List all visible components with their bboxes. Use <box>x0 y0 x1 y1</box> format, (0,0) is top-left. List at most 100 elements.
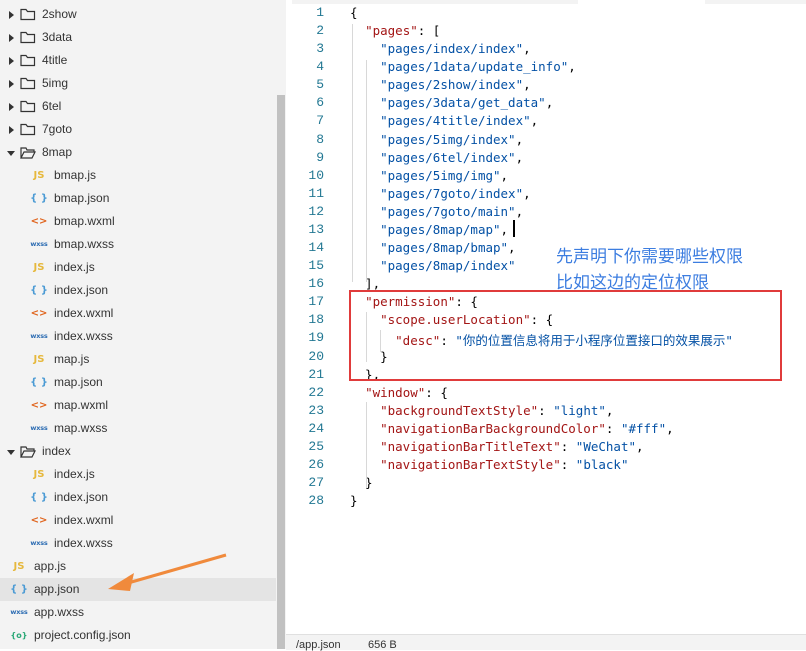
js-file-icon: JS <box>33 468 45 480</box>
code-line: 22 "window": { <box>286 385 806 403</box>
permission-highlight-box <box>349 290 782 381</box>
code-line: 1{ <box>286 5 806 23</box>
file-index-wxml[interactable]: <> index.wxml <box>0 509 276 532</box>
tree-item-label: 8map <box>42 145 73 159</box>
line-number: 15 <box>308 258 324 274</box>
tree-item-label: app.json <box>34 582 80 596</box>
line-number: 19 <box>308 330 324 346</box>
file-map-wxss[interactable]: wxss map.wxss <box>0 417 276 440</box>
code-line: 9 "pages/6tel/index", <box>286 150 806 168</box>
js-file-icon: JS <box>33 169 45 181</box>
folder-icon <box>20 77 36 90</box>
wxml-file-icon: <> <box>30 215 48 227</box>
line-number: 13 <box>308 221 324 237</box>
folder-8map[interactable]: 8map <box>0 141 276 164</box>
tree-item-label: index <box>42 444 71 458</box>
code-line: 25 "navigationBarTitleText": "WeChat", <box>286 439 806 457</box>
folder-4title[interactable]: 4title <box>0 49 276 72</box>
file-bmap-wxss[interactable]: wxss bmap.wxss <box>0 233 276 256</box>
chevron-right-icon[interactable] <box>7 102 15 112</box>
js-file-icon: JS <box>33 261 45 273</box>
chevron-right-icon[interactable] <box>7 125 15 135</box>
sidebar-scrollbar[interactable] <box>277 95 285 649</box>
folder-7goto[interactable]: 7goto <box>0 118 276 141</box>
file-bmap-json[interactable]: { } bmap.json <box>0 187 276 210</box>
file-index-wxss[interactable]: wxss index.wxss <box>0 532 276 555</box>
chevron-right-icon[interactable] <box>7 10 15 20</box>
code-text: "navigationBarTitleText": "WeChat", <box>380 438 644 454</box>
tree-item-label: index.json <box>54 283 109 297</box>
file-bmap-js[interactable]: JS bmap.js <box>0 164 276 187</box>
line-number: 28 <box>308 493 324 509</box>
chevron-down-icon[interactable] <box>7 148 15 158</box>
code-text: "pages/8map/bmap", <box>380 240 516 256</box>
indent-guide <box>352 24 353 282</box>
code-line: 26 "navigationBarTextStyle": "black" <box>286 457 806 475</box>
tree-item-label: 2show <box>42 7 77 21</box>
indent-guide <box>366 402 367 488</box>
code-line: 5 "pages/2show/index", <box>286 77 806 95</box>
json-file-icon: { } <box>10 583 28 595</box>
folder-5img[interactable]: 5img <box>0 72 276 95</box>
folder-icon <box>20 123 36 136</box>
file-index-json[interactable]: { } index.json <box>0 486 276 509</box>
file-app-json[interactable]: { } app.json <box>0 578 276 601</box>
indent-guide <box>380 330 381 352</box>
line-number: 10 <box>308 167 324 183</box>
folder-3data[interactable]: 3data <box>0 26 276 49</box>
file-index-json[interactable]: { } index.json <box>0 279 276 302</box>
line-number: 18 <box>308 312 324 328</box>
tree-item-label: index.wxml <box>54 306 114 320</box>
code-text: } <box>350 475 373 491</box>
file-index-js[interactable]: JS index.js <box>0 256 276 279</box>
code-text: "pages/7goto/main", <box>380 203 524 219</box>
chevron-right-icon[interactable] <box>7 33 15 43</box>
code-text: "pages/index/index", <box>380 41 531 57</box>
folder-open-icon <box>20 445 36 458</box>
tree-item-label: index.wxss <box>54 536 113 550</box>
file-project-config-json[interactable]: {o} project.config.json <box>0 624 276 647</box>
chevron-right-icon[interactable] <box>7 56 15 66</box>
file-index-js[interactable]: JS index.js <box>0 463 276 486</box>
indent-guide <box>366 312 367 362</box>
wxss-file-icon: wxss <box>30 332 48 340</box>
tree-item-label: map.wxml <box>54 398 109 412</box>
line-number: 8 <box>316 131 324 147</box>
file-index-wxml[interactable]: <> index.wxml <box>0 302 276 325</box>
file-index-wxss[interactable]: wxss index.wxss <box>0 325 276 348</box>
line-number: 22 <box>308 384 324 400</box>
tree-item-label: bmap.wxml <box>54 214 115 228</box>
code-text: "pages/6tel/index", <box>380 149 524 165</box>
folder-2show[interactable]: 2show <box>0 3 276 26</box>
code-text: "pages/8map/map", <box>380 221 509 237</box>
folder-6tel[interactable]: 6tel <box>0 95 276 118</box>
text-cursor <box>513 220 515 237</box>
wxss-file-icon: wxss <box>10 608 28 616</box>
file-map-js[interactable]: JS map.js <box>0 348 276 371</box>
chevron-down-icon[interactable] <box>7 447 15 457</box>
line-number: 5 <box>316 77 324 93</box>
file-map-json[interactable]: { } map.json <box>0 371 276 394</box>
js-file-icon: JS <box>13 560 25 572</box>
folder-icon <box>20 100 36 113</box>
editor-tab-bar-right <box>705 0 806 4</box>
line-number: 11 <box>308 185 324 201</box>
json-file-icon: { } <box>30 284 48 296</box>
line-number: 14 <box>308 240 324 256</box>
folder-index[interactable]: index <box>0 440 276 463</box>
file-app-wxss[interactable]: wxss app.wxss <box>0 601 276 624</box>
file-map-wxml[interactable]: <> map.wxml <box>0 394 276 417</box>
line-number: 7 <box>316 113 324 129</box>
wxml-file-icon: <> <box>30 399 48 411</box>
code-line: 7 "pages/4title/index", <box>286 113 806 131</box>
code-text: "navigationBarTextStyle": "black" <box>380 457 629 472</box>
tree-item-label: index.json <box>54 490 109 504</box>
code-text: "navigationBarBackgroundColor": "#fff", <box>380 420 674 436</box>
file-bmap-wxml[interactable]: <> bmap.wxml <box>0 210 276 233</box>
chevron-right-icon[interactable] <box>7 79 15 89</box>
tree-item-label: index.wxss <box>54 329 113 343</box>
line-number: 2 <box>316 23 324 39</box>
tree-item-label: app.wxss <box>34 605 85 619</box>
file-app-js[interactable]: JS app.js <box>0 555 276 578</box>
code-line: 2 "pages": [ <box>286 23 806 41</box>
